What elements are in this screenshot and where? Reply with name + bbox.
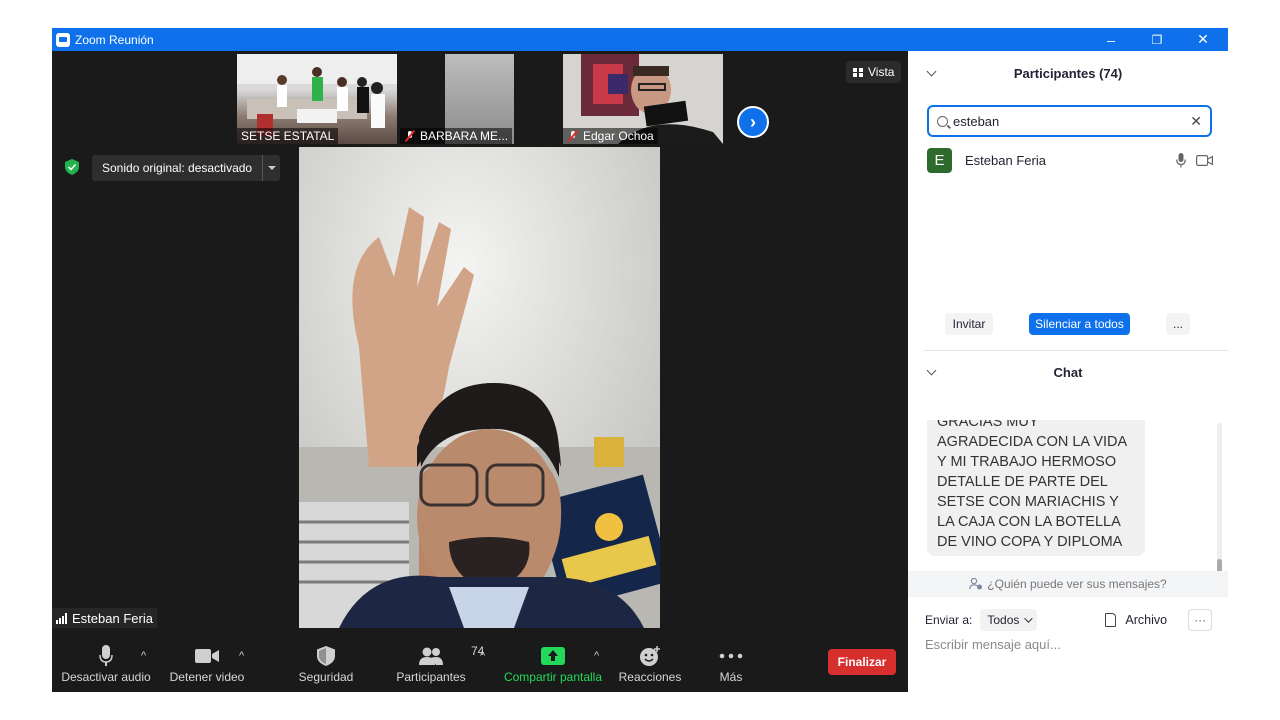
recipient-value: Todos	[987, 613, 1020, 627]
avatar: E	[927, 147, 952, 173]
thumbnail-video[interactable]: Edgar Ochoa	[563, 54, 723, 144]
share-screen-button[interactable]: Compartir pantalla	[502, 642, 604, 692]
dropdown-caret-icon[interactable]	[262, 155, 280, 181]
participant-search-input[interactable]: esteban ✕	[927, 105, 1212, 137]
participants-label: Participantes	[396, 670, 466, 684]
security-shield-icon[interactable]	[65, 159, 79, 175]
microphone-icon	[99, 645, 113, 666]
thumbnail-name-label: SETSE ESTATAL	[237, 128, 339, 144]
speaker-video-image	[299, 147, 660, 628]
audio-options-caret-icon[interactable]: ^	[141, 650, 146, 662]
security-button[interactable]: Seguridad	[296, 642, 356, 692]
shield-icon	[317, 646, 335, 666]
view-button-label: Vista	[868, 65, 895, 79]
zoom-window: Zoom Reunión – ❐ ✕ SETSE ESTATAL BARBARA…	[52, 28, 1228, 692]
original-sound-toggle[interactable]: Sonido original: desactivado	[92, 155, 281, 181]
who-can-see-label: ¿Quién puede ver sus mensajes?	[987, 577, 1167, 591]
view-button[interactable]: Vista	[846, 61, 902, 83]
send-to-row: Enviar a: Todos Archivo ···	[925, 607, 1215, 633]
video-stage: SETSE ESTATAL BARBARA ME... Edgar Ochoa …	[52, 51, 908, 692]
who-can-see-link[interactable]: ¿Quién puede ver sus mensajes?	[908, 571, 1228, 597]
restore-button[interactable]: ❐	[1134, 28, 1180, 51]
signal-strength-icon	[56, 612, 67, 624]
more-button[interactable]: Más	[711, 642, 751, 692]
thumbnail-name-text: BARBARA ME...	[420, 129, 509, 143]
share-screen-label: Compartir pantalla	[503, 670, 603, 684]
stop-video-button[interactable]: Detener video	[169, 642, 245, 692]
microphone-icon[interactable]	[1176, 153, 1186, 168]
thumbnail-video[interactable]: BARBARA ME...	[400, 54, 514, 144]
chat-message-input[interactable]: Escribir mensaje aquí...	[925, 637, 1061, 652]
close-button[interactable]: ✕	[1180, 28, 1226, 51]
mute-all-button[interactable]: Silenciar a todos	[1029, 313, 1130, 335]
person-info-icon	[969, 578, 983, 590]
video-camera-icon[interactable]	[1196, 155, 1213, 166]
window-title: Zoom Reunión	[75, 32, 154, 47]
share-screen-icon	[541, 647, 565, 665]
share-options-caret-icon[interactable]: ^	[594, 650, 599, 662]
active-speaker-name: Esteban Feria	[72, 610, 153, 626]
more-label: Más	[719, 670, 743, 684]
chat-title: Chat	[1053, 364, 1083, 380]
participants-options-caret-icon[interactable]: ^	[480, 650, 485, 662]
chevron-right-icon: ›	[750, 111, 756, 132]
security-label: Seguridad	[298, 670, 354, 684]
file-label: Archivo	[1125, 613, 1168, 627]
chat-message-bubble: GRACIAS MUY AGRADECIDA CON LA VIDA Y MI …	[927, 420, 1145, 556]
search-value: esteban	[953, 113, 1000, 129]
end-meeting-button[interactable]: Finalizar	[828, 649, 896, 675]
muted-mic-icon	[567, 130, 579, 142]
thumbnail-video[interactable]: SETSE ESTATAL	[237, 54, 397, 144]
collapse-chevron-icon[interactable]	[926, 365, 937, 376]
participants-button[interactable]: 74 Participantes	[395, 642, 484, 692]
invite-button[interactable]: Invitar	[945, 313, 993, 335]
participants-more-button[interactable]: ...	[1166, 313, 1190, 335]
chat-scrollbar[interactable]	[1217, 423, 1222, 573]
search-icon	[937, 115, 948, 127]
file-button[interactable]: Archivo	[1105, 613, 1167, 627]
grid-view-icon	[853, 67, 863, 77]
more-dots-icon	[719, 653, 743, 659]
thumbnail-name-label: BARBARA ME...	[400, 128, 513, 144]
muted-mic-icon	[404, 130, 416, 142]
reactions-label: Reacciones	[618, 670, 682, 684]
next-page-button[interactable]: ›	[737, 106, 769, 138]
side-panel: Participantes (74) esteban ✕ E Esteban F…	[908, 51, 1228, 692]
participants-title: Participantes (74)	[1013, 65, 1123, 81]
thumbnail-name-label: Edgar Ochoa	[563, 128, 658, 144]
chat-header: Chat	[908, 350, 1228, 394]
stop-video-label: Detener video	[169, 670, 245, 684]
video-camera-icon	[195, 649, 219, 663]
chat-more-button[interactable]: ···	[1188, 609, 1213, 631]
active-speaker-name-tag: Esteban Feria	[52, 608, 157, 628]
recipient-select[interactable]: Todos	[980, 609, 1038, 631]
participants-header: Participantes (74)	[908, 51, 1228, 95]
participants-icon	[419, 647, 443, 665]
title-bar: Zoom Reunión – ❐ ✕	[52, 28, 1228, 51]
send-to-label: Enviar a:	[925, 613, 973, 627]
active-speaker-video	[299, 147, 660, 628]
original-sound-label: Sonido original: desactivado	[102, 161, 253, 175]
minimize-button[interactable]: –	[1088, 28, 1134, 51]
mute-audio-label: Desactivar audio	[61, 670, 151, 684]
clear-search-icon[interactable]: ✕	[1190, 113, 1202, 130]
collapse-chevron-icon[interactable]	[926, 66, 937, 77]
meeting-toolbar: Desactivar audio ^ Detener video ^ Segur…	[52, 642, 908, 692]
thumbnail-name-text: Edgar Ochoa	[583, 129, 654, 143]
participant-row[interactable]: E Esteban Feria	[927, 147, 1217, 173]
zoom-logo-icon	[56, 32, 70, 47]
reactions-button[interactable]: Reacciones	[618, 642, 682, 692]
file-icon	[1105, 613, 1117, 627]
chat-messages: GRACIAS MUY AGRADECIDA CON LA VIDA Y MI …	[927, 420, 1217, 570]
participant-name: Esteban Feria	[965, 152, 1046, 168]
smiley-icon	[640, 646, 660, 666]
video-options-caret-icon[interactable]: ^	[239, 650, 244, 662]
mute-audio-button[interactable]: Desactivar audio	[61, 642, 151, 692]
